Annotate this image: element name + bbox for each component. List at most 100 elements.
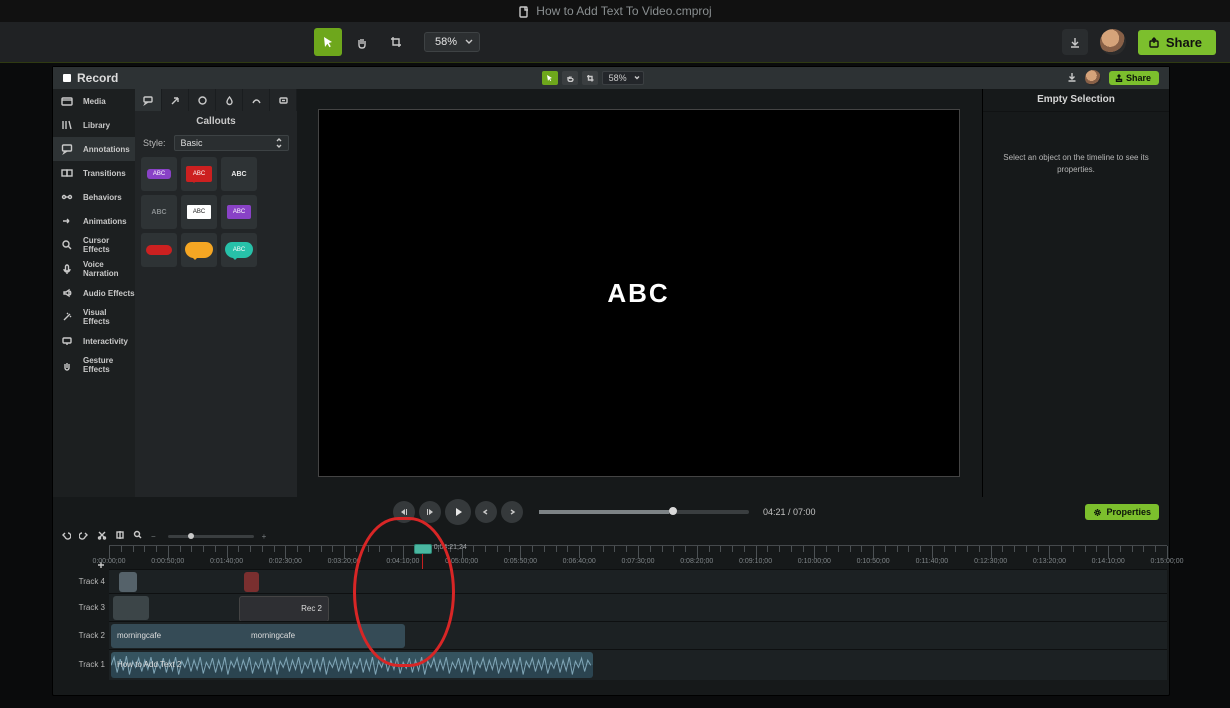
timeline-clip-main[interactable]: How to Add Text 2 [111, 652, 593, 678]
annotation-tab-sketch[interactable] [243, 89, 270, 111]
sidebar-item-gesture-effects[interactable]: Gesture Effects [53, 353, 135, 377]
properties-panel-title: Empty Selection [983, 89, 1169, 112]
timeline-toolbar: − + [55, 529, 1167, 543]
record-label[interactable]: Record [77, 71, 118, 85]
zoom-timeline-icon[interactable] [133, 530, 143, 542]
redo-icon[interactable] [79, 530, 89, 542]
ruler-tick [814, 546, 815, 558]
track-lane[interactable] [109, 569, 1167, 594]
annotation-tab-blur[interactable] [216, 89, 243, 111]
sidebar-item-cursor-effects[interactable]: Cursor Effects [53, 233, 135, 257]
undo-icon[interactable] [61, 530, 71, 542]
sidebar-item-animations[interactable]: Animations [53, 209, 135, 233]
callout-swatch[interactable]: ABC [221, 233, 257, 267]
annotation-tab-arrows[interactable] [162, 89, 189, 111]
track-label: Track 4 [79, 577, 105, 586]
sidebar-item-behaviors[interactable]: Behaviors [53, 185, 135, 209]
ruler-label: 0:03:20;00 [328, 558, 361, 565]
sidebar-item-interactivity[interactable]: Interactivity [53, 329, 135, 353]
inner-user-avatar[interactable] [1085, 70, 1101, 86]
timeline-clip[interactable] [119, 572, 137, 592]
playhead[interactable]: 0:04:21;24 [414, 544, 432, 554]
inner-zoom-select[interactable]: 58% [602, 71, 644, 85]
scrub-bar[interactable] [539, 510, 749, 514]
track-lane[interactable]: Rec 2 [109, 593, 1167, 622]
inner-download-button[interactable] [1067, 71, 1077, 85]
callout-swatch[interactable]: ABC [141, 157, 177, 191]
annotation-tab-callouts[interactable] [135, 89, 162, 111]
annotation-tab-keystroke[interactable] [270, 89, 297, 111]
video-canvas[interactable]: ABC [319, 110, 959, 476]
style-select[interactable]: Basic [174, 135, 289, 151]
inner-cursor-tool[interactable] [542, 71, 558, 85]
inner-hand-tool[interactable] [562, 71, 578, 85]
inner-share-label: Share [1126, 73, 1151, 83]
play-button[interactable] [445, 499, 471, 525]
split-icon[interactable] [115, 530, 125, 542]
cursor-tool-button[interactable] [314, 28, 342, 56]
canvas-zoom-select[interactable]: 58% [424, 32, 480, 52]
prev-marker-button[interactable] [475, 501, 497, 523]
timeline: − + 0:00:00;000:00:50;000:01:40;000:02:3… [53, 527, 1169, 687]
ruler-label: 0:15:00;00 [1150, 558, 1183, 565]
timeline-clip[interactable] [244, 572, 259, 592]
inner-toolbar: Record 58% Share [53, 67, 1169, 89]
ruler-tick [1049, 546, 1050, 558]
canvas-text-callout[interactable]: ABC [607, 278, 669, 309]
sidebar-item-library[interactable]: Library [53, 113, 135, 137]
download-button[interactable] [1062, 29, 1088, 55]
sidebar-item-voice-narration[interactable]: Voice Narration [53, 257, 135, 281]
annotation-tab-shapes[interactable] [189, 89, 216, 111]
callout-swatch[interactable]: ABC [181, 195, 217, 229]
ruler-tick [403, 546, 404, 558]
timeline-zoom-knob[interactable] [188, 533, 194, 539]
share-button[interactable]: Share [1138, 30, 1216, 55]
inner-share-button[interactable]: Share [1109, 71, 1159, 85]
timeline-clip-audio[interactable]: morningcafe [245, 624, 405, 648]
callout-swatch[interactable] [141, 233, 177, 267]
canvas-area: ABC [297, 89, 982, 497]
style-label: Style: [143, 138, 166, 148]
zoom-in-icon[interactable]: + [262, 532, 267, 541]
callout-swatch[interactable] [181, 233, 217, 267]
callout-swatch[interactable]: ABC [221, 157, 257, 191]
callout-swatch[interactable]: ABC [221, 195, 257, 229]
track-lane[interactable]: How to Add Text 2 [109, 649, 1167, 680]
sidebar-item-transitions[interactable]: Transitions [53, 161, 135, 185]
cut-icon[interactable] [97, 530, 107, 542]
timeline-zoom-slider[interactable] [168, 535, 254, 538]
ruler-tick [638, 546, 639, 558]
zoom-out-icon[interactable]: − [151, 532, 156, 541]
track-label: Track 2 [79, 631, 105, 640]
timeline-ruler[interactable]: 0:00:00;000:00:50;000:01:40;000:02:30;00… [55, 545, 1167, 569]
timeline-track: Track 3 Rec 2 [55, 593, 1167, 621]
step-forward-button[interactable] [419, 501, 441, 523]
next-marker-button[interactable] [501, 501, 523, 523]
ruler-label: 0:00:00;00 [92, 558, 125, 565]
timeline-clip[interactable] [127, 596, 149, 620]
ruler-label: 0:02:30;00 [269, 558, 302, 565]
properties-empty-message: Select an object on the timeline to see … [983, 112, 1169, 216]
sidebar-item-visual-effects[interactable]: Visual Effects [53, 305, 135, 329]
callout-swatch[interactable]: ABC [141, 195, 177, 229]
sidebar-item-media[interactable]: Media [53, 89, 135, 113]
sidebar-item-audio-effects[interactable]: Audio Effects [53, 281, 135, 305]
user-avatar[interactable] [1100, 29, 1126, 55]
timeline-clip-audio[interactable]: morningcafe [111, 624, 251, 648]
properties-button[interactable]: Properties [1085, 504, 1159, 520]
callout-swatch[interactable]: ABC [181, 157, 217, 191]
ruler-label: 0:10:50;00 [857, 558, 890, 565]
ruler-tick [344, 546, 345, 558]
timeline-clip-recording[interactable]: Rec 2 [239, 596, 329, 622]
step-back-button[interactable] [393, 501, 415, 523]
ruler-tick [109, 546, 110, 558]
ruler-label: 0:05:50;00 [504, 558, 537, 565]
track-lane[interactable]: morningcafe morningcafe [109, 621, 1167, 650]
scrub-knob[interactable] [669, 507, 677, 515]
sidebar-item-annotations[interactable]: Annotations [53, 137, 135, 161]
inner-crop-tool[interactable] [582, 71, 598, 85]
ruler-tick [697, 546, 698, 558]
ruler-label: 0:09:10;00 [739, 558, 772, 565]
hand-tool-button[interactable] [348, 28, 376, 56]
crop-tool-button[interactable] [382, 28, 410, 56]
